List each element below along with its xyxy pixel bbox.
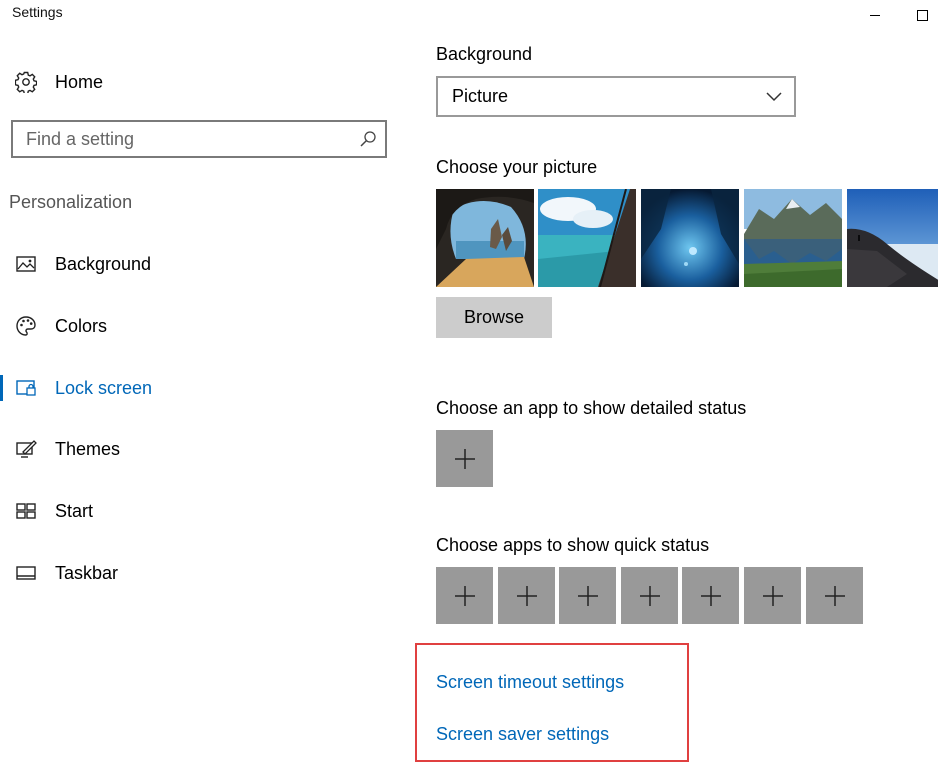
minimize-button[interactable] [852,0,898,28]
plus-icon [762,585,783,606]
sidebar-item-label: Themes [55,438,121,459]
add-quick-status-app-button-6[interactable] [744,567,801,624]
sidebar-item-label: Taskbar [55,562,119,583]
sidebar-item-taskbar[interactable]: Taskbar [14,558,394,588]
picture-icon [14,252,38,276]
sidebar-item-themes[interactable]: Themes [14,434,394,464]
choose-picture-label: Choose your picture [436,157,598,177]
taskbar-icon [14,561,38,585]
plus-icon [639,585,660,606]
picture-thumbnail-turquoise-lagoon[interactable] [538,189,636,287]
add-quick-status-app-button-5[interactable] [682,567,739,624]
add-quick-status-app-button-3[interactable] [559,567,616,624]
title-bar: Settings [0,0,938,28]
search-input[interactable] [13,123,351,155]
plus-icon [454,585,475,606]
plus-icon [577,585,598,606]
maximize-icon [916,9,928,21]
maximize-button[interactable] [906,0,938,28]
selection-indicator [0,375,3,401]
themes-icon [14,437,38,461]
screen-saver-settings-link[interactable]: Screen saver settings [436,724,609,745]
background-dropdown-value: Picture [452,86,509,106]
background-label: Background [436,44,533,64]
quick-status-label: Choose apps to show quick status [436,535,710,555]
picture-thumbnail-mountain-sea-of-clouds[interactable] [847,189,938,287]
nav-home[interactable]: Home [14,68,103,96]
picture-thumbnail-cave-beach[interactable] [436,189,534,287]
picture-thumbnail-underwater-cave[interactable] [641,189,739,287]
app-title: Settings [12,4,63,20]
add-quick-status-app-button-1[interactable] [436,567,493,624]
chevron-down-icon [766,91,782,102]
palette-icon [14,314,38,338]
search-icon[interactable] [351,122,385,156]
gear-icon [14,70,38,94]
picture-thumbnail-mountain-lake[interactable] [744,189,842,287]
add-quick-status-app-button-2[interactable] [498,567,555,624]
lock-screen-icon [14,376,38,400]
nav-home-label: Home [55,71,104,92]
sidebar: Home Personalization Background [0,28,400,777]
add-detailed-status-app-button[interactable] [436,430,493,487]
screen-timeout-settings-link[interactable]: Screen timeout settings [436,672,624,693]
background-dropdown[interactable]: Picture [436,76,796,117]
start-tiles-icon [14,499,38,523]
sidebar-item-background[interactable]: Background [14,249,394,279]
browse-button[interactable]: Browse [436,297,552,338]
add-quick-status-app-button-4[interactable] [621,567,678,624]
section-header: Personalization [9,192,133,212]
plus-icon [824,585,845,606]
sidebar-item-label: Colors [55,315,108,336]
picture-thumbnails [436,189,938,287]
plus-icon [700,585,721,606]
plus-icon [516,585,537,606]
detailed-status-label: Choose an app to show detailed status [436,398,747,418]
sidebar-item-start[interactable]: Start [14,496,394,526]
search-box[interactable] [11,120,387,158]
plus-icon [454,448,475,469]
add-quick-status-app-button-7[interactable] [806,567,863,624]
sidebar-item-label: Background [55,253,152,274]
sidebar-item-lock-screen[interactable]: Lock screen [0,373,394,403]
sidebar-item-label: Start [55,500,94,521]
main-content: Background Picture Choose your picture B… [415,28,938,777]
minimize-icon [870,14,880,16]
sidebar-item-colors[interactable]: Colors [14,311,394,341]
sidebar-item-label: Lock screen [55,377,153,398]
